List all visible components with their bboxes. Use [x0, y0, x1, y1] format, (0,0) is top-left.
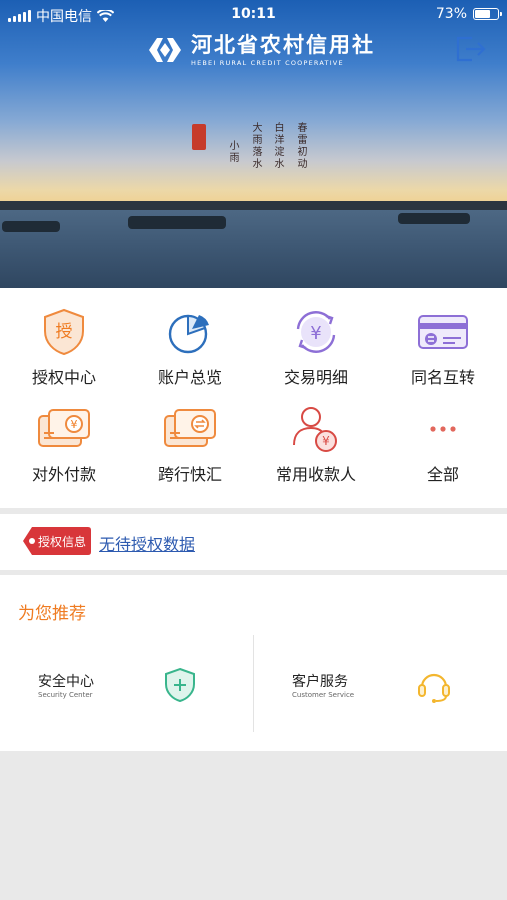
- bank-logo: 河北省农村信用社 HEBEI RURAL CREDIT COOPERATIVE: [147, 33, 375, 67]
- menu-item-transaction-details[interactable]: ¥ 交易明细: [253, 288, 379, 388]
- calligraphy-decoration: 小雨: [227, 140, 238, 164]
- menu-item-frequent-payees[interactable]: ¥ 常用收款人: [253, 385, 379, 485]
- authorization-info-bar: 授权信息 无待授权数据: [0, 514, 507, 570]
- authorization-info-tag: 授权信息: [22, 526, 92, 556]
- pending-authorization-link[interactable]: 无待授权数据: [99, 531, 195, 555]
- menu-item-account-overview[interactable]: 账户总览: [127, 288, 253, 388]
- logo-mark-icon: [149, 38, 181, 62]
- menu-label: 跨行快汇: [157, 465, 222, 484]
- menu-item-interbank-transfer[interactable]: 跨行快汇: [127, 385, 253, 485]
- calligraphy-decoration: 大雨落水: [250, 122, 261, 170]
- menu-item-authorize-center[interactable]: 授 授权中心: [1, 288, 127, 388]
- section-title: 为您推荐: [18, 604, 86, 624]
- island: [2, 221, 60, 232]
- calligraphy-decoration: 春雷初动: [295, 122, 306, 170]
- menu-item-all[interactable]: 全部: [380, 385, 506, 485]
- security-center-card[interactable]: 安全中心 Security Center: [0, 635, 253, 735]
- island: [398, 213, 470, 224]
- customer-service-card[interactable]: 客户服务 Customer Service: [254, 635, 507, 735]
- authorize-shield-icon: 授: [44, 308, 84, 356]
- menu-label: 常用收款人: [275, 465, 356, 484]
- more-dots-icon: [430, 426, 456, 432]
- logout-icon[interactable]: [454, 34, 488, 64]
- island: [128, 216, 226, 229]
- interbank-transfer-icon: [164, 409, 216, 447]
- calligraphy-decoration: 白洋淀水: [272, 122, 283, 170]
- menu-item-external-payment[interactable]: ¥ 对外付款: [1, 385, 127, 485]
- tag-label: 授权信息: [38, 535, 87, 549]
- card-subtitle: Customer Service: [292, 691, 355, 699]
- logo-name-en: HEBEI RURAL CREDIT COOPERATIVE: [191, 59, 344, 67]
- svg-text:¥: ¥: [310, 323, 321, 344]
- yuan-cycle-icon: ¥: [296, 311, 336, 353]
- headset-icon: [418, 673, 450, 703]
- clock: 10:11: [231, 6, 276, 22]
- function-menu: 授 授权中心 账户总览 ¥ 交易明细 同名互转 ¥ 对外付款 跨行快汇 ¥ 常用…: [0, 288, 507, 508]
- menu-item-same-name-transfer[interactable]: 同名互转: [380, 288, 506, 388]
- logo-name-cn: 河北省农村信用社: [191, 33, 375, 57]
- pie-chart-icon: [168, 314, 209, 354]
- battery-percent: 73%: [435, 6, 467, 22]
- status-bar: 中国电信 10:11 73%: [0, 0, 507, 28]
- shore: [0, 201, 507, 210]
- menu-label: 全部: [426, 465, 459, 484]
- security-shield-icon: [165, 667, 195, 703]
- svg-text:¥: ¥: [71, 418, 78, 431]
- app-screen: 小雨 大雨落水 白洋淀水 春雷初动 中国电信 10:11 73% 河北省农村信用…: [0, 0, 507, 900]
- payment-card-icon: ¥: [38, 409, 90, 447]
- header-banner: 小雨 大雨落水 白洋淀水 春雷初动 中国电信 10:11 73% 河北省农村信用…: [0, 0, 507, 288]
- svg-text:授: 授: [56, 322, 73, 342]
- card-transfer-icon: [418, 315, 468, 349]
- card-subtitle: Security Center: [38, 691, 93, 699]
- battery-icon: [473, 8, 502, 20]
- card-title: 客户服务: [292, 674, 348, 690]
- svg-text:¥: ¥: [322, 434, 330, 448]
- card-title: 安全中心: [38, 674, 94, 690]
- red-seal: [192, 124, 206, 150]
- menu-label: 对外付款: [31, 465, 96, 484]
- payee-icon: ¥: [293, 407, 337, 452]
- recommend-section: 为您推荐 安全中心 Security Center 客户服务 Customer …: [0, 575, 507, 751]
